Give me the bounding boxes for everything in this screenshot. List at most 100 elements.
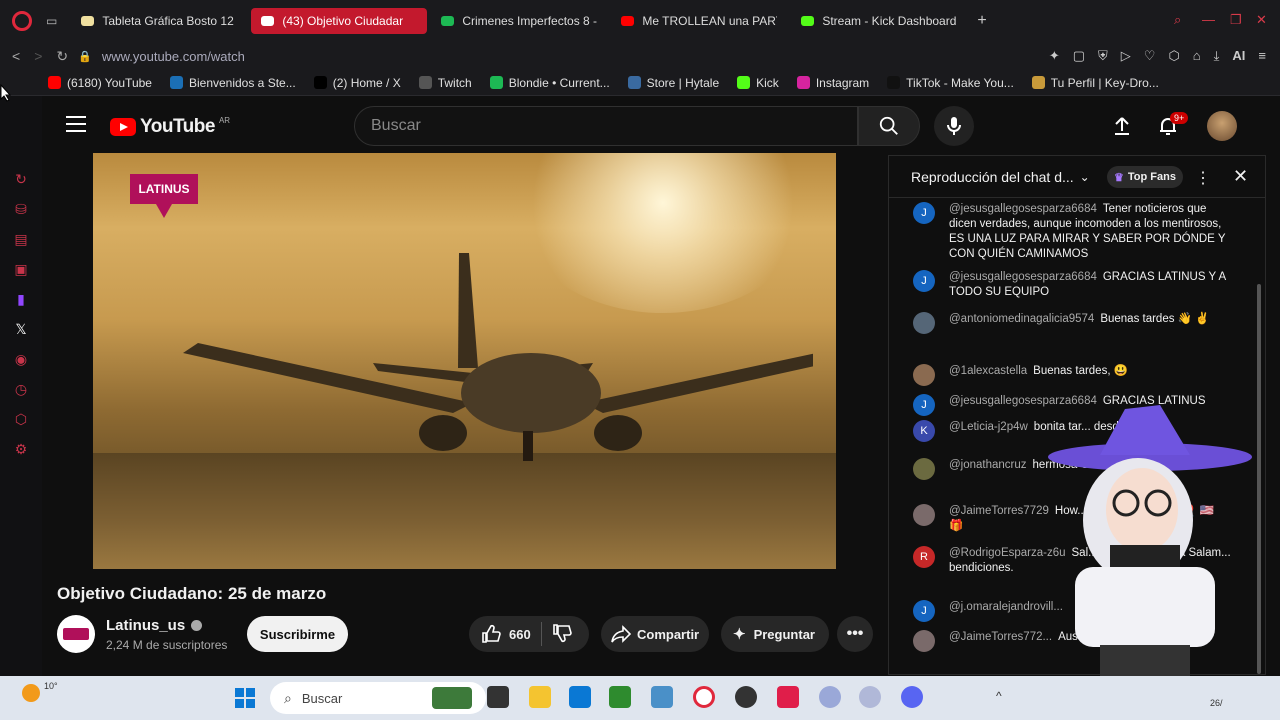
app-icon-1[interactable] xyxy=(819,686,841,708)
more-vertical-icon[interactable]: ⋮ xyxy=(1195,168,1211,188)
store-icon[interactable] xyxy=(569,686,591,708)
video-player[interactable]: LATINUS xyxy=(93,153,836,569)
tab-3[interactable]: Crimenes Imperfectos 8 - xyxy=(431,8,607,34)
bookmark-8[interactable]: Instagram xyxy=(796,76,869,90)
tray-chevron-icon[interactable]: ^ xyxy=(996,689,1002,703)
chat-title[interactable]: Reproducción del chat d... xyxy=(911,169,1074,185)
discord-icon[interactable] xyxy=(901,686,923,708)
channel-avatar[interactable] xyxy=(57,615,95,653)
wallet-icon[interactable]: ⌂ xyxy=(1193,48,1201,64)
chat-author-name[interactable]: @jesusgallegosesparza6684 xyxy=(949,203,1097,215)
chat-author-name[interactable]: @antoniomedinagalicia9574 xyxy=(949,313,1094,325)
x-icon[interactable]: 𝕏 xyxy=(12,320,30,338)
download-icon[interactable]: ⤓ xyxy=(1214,48,1220,64)
maximize-icon[interactable]: ❐ xyxy=(1230,12,1242,28)
opera-logo-icon[interactable] xyxy=(12,11,32,31)
url-field[interactable]: www.youtube.com/watch xyxy=(102,49,245,64)
chevron-down-icon[interactable]: ⌄ xyxy=(1080,170,1090,184)
back-icon[interactable]: < xyxy=(12,48,20,64)
tiktok-live-icon[interactable] xyxy=(777,686,799,708)
heart-icon[interactable]: ♡ xyxy=(1144,48,1156,64)
share-button[interactable]: Compartir xyxy=(601,616,709,652)
search-button[interactable] xyxy=(858,106,920,146)
hamburger-menu-icon[interactable] xyxy=(66,116,86,132)
bookmark-1[interactable]: (6180) YouTube xyxy=(48,76,152,90)
close-chat-icon[interactable]: ✕ xyxy=(1233,166,1248,187)
extensions-icon[interactable]: ⬡ xyxy=(1168,48,1179,64)
bookmark-10[interactable]: Tu Perfil | Key-Dro... xyxy=(1031,76,1159,90)
chat-author-name[interactable]: @1alexcastella xyxy=(949,365,1027,377)
chat-author-avatar[interactable] xyxy=(913,630,935,652)
youtube-logo[interactable]: YouTube AR xyxy=(110,116,230,138)
player-icon[interactable]: ◉ xyxy=(12,350,30,368)
app-icon-2[interactable] xyxy=(859,686,881,708)
chat-author-name[interactable]: @jesusgallegosesparza6684 xyxy=(949,271,1097,283)
channel-name[interactable]: Latinus_us xyxy=(106,617,203,634)
settings-icon[interactable]: ⚙ xyxy=(12,440,30,458)
bookmark-5[interactable]: Blondie • Current... xyxy=(489,76,610,90)
chat-author-avatar[interactable]: J xyxy=(913,394,935,416)
twitch-icon[interactable]: ▮ xyxy=(12,290,30,308)
tab-4[interactable]: Me TROLLEAN una PARTI xyxy=(611,8,787,34)
new-tab-button[interactable]: + xyxy=(977,12,986,30)
bag-icon[interactable]: ⛁ xyxy=(12,200,30,218)
taskbar-search[interactable]: ⌕ Buscar xyxy=(270,682,486,714)
clock-icon[interactable]: ◷ xyxy=(12,380,30,398)
more-actions-button[interactable]: ••• xyxy=(837,616,873,652)
search-tabs-icon[interactable]: ⌕ xyxy=(1174,12,1181,28)
minecraft-icon[interactable] xyxy=(609,686,631,708)
obs-icon[interactable] xyxy=(735,686,757,708)
search-input[interactable]: Buscar xyxy=(354,106,858,146)
history-icon[interactable]: ↻ xyxy=(12,170,30,188)
chat-author-avatar[interactable] xyxy=(913,504,935,526)
bookmark-7[interactable]: Kick xyxy=(737,76,779,90)
minimize-icon[interactable]: — xyxy=(1202,12,1215,27)
chat-author-avatar[interactable]: J xyxy=(913,202,935,224)
like-button[interactable]: 660 xyxy=(481,624,531,644)
subscribe-button[interactable]: Suscribirme xyxy=(247,616,348,652)
chat-author-avatar[interactable]: J xyxy=(913,600,935,622)
opera-taskbar-icon[interactable] xyxy=(693,686,715,708)
bookmark-3[interactable]: (2) Home / X xyxy=(313,76,401,90)
bookmark-2[interactable]: Bienvenidos a Ste... xyxy=(169,76,296,90)
chat-author-name[interactable]: @Leticia-j2p4w xyxy=(949,421,1028,433)
reload-icon[interactable]: ↻ xyxy=(56,48,68,65)
bookmark-4[interactable]: Twitch xyxy=(418,76,472,90)
chat-author-name[interactable]: @jonathancruz xyxy=(949,459,1027,471)
weather-widget[interactable]: 10° xyxy=(22,681,58,702)
chat-author-avatar[interactable] xyxy=(913,312,935,334)
chat-author-avatar[interactable]: R xyxy=(913,546,935,568)
menu-icon[interactable]: ≡ xyxy=(1258,48,1266,64)
voice-search-button[interactable] xyxy=(934,106,974,146)
shield-icon[interactable]: ⛨ xyxy=(1098,48,1108,64)
account-avatar[interactable] xyxy=(1207,111,1237,141)
file-explorer-icon[interactable] xyxy=(529,686,551,708)
chat-author-avatar[interactable] xyxy=(913,364,935,386)
crypto-wallet-icon[interactable]: ▤ xyxy=(12,230,30,248)
tab-label: Stream - Kick Dashboard xyxy=(822,14,957,28)
top-fans-chip[interactable]: ♛ Top Fans xyxy=(1107,166,1183,188)
tab-manager-icon[interactable]: ▭ xyxy=(46,14,57,28)
play-icon[interactable]: ▷ xyxy=(1121,48,1131,64)
tab-2[interactable]: (43) Objetivo Ciudadar xyxy=(251,8,428,34)
bookmark-6[interactable]: Store | Hytale xyxy=(627,76,719,90)
tab-1[interactable]: Tableta Gráfica Bosto 12 xyxy=(71,8,247,34)
dislike-button[interactable] xyxy=(552,623,572,646)
upload-button[interactable] xyxy=(1110,114,1134,138)
forward-icon[interactable]: > xyxy=(34,48,42,64)
task-view-icon[interactable] xyxy=(487,686,509,708)
start-button[interactable] xyxy=(235,688,255,708)
chat-author-avatar[interactable]: J xyxy=(913,270,935,292)
chat-author-avatar[interactable] xyxy=(913,458,935,480)
bookmark-9[interactable]: TikTok - Make You... xyxy=(887,76,1014,90)
photos-icon[interactable] xyxy=(651,686,673,708)
pin-icon[interactable]: ✦ xyxy=(1049,48,1060,64)
messenger-icon[interactable]: ▣ xyxy=(12,260,30,278)
tab-5[interactable]: Stream - Kick Dashboard xyxy=(791,8,967,34)
ask-button[interactable]: ✦ Preguntar xyxy=(721,616,829,652)
extensions-sidebar-icon[interactable]: ⬡ xyxy=(12,410,30,428)
close-window-icon[interactable]: ✕ xyxy=(1256,12,1267,28)
aria-ai-button[interactable]: AI xyxy=(1232,48,1245,64)
snapshot-icon[interactable]: ▢ xyxy=(1073,48,1085,64)
chat-author-avatar[interactable]: K xyxy=(913,420,935,442)
